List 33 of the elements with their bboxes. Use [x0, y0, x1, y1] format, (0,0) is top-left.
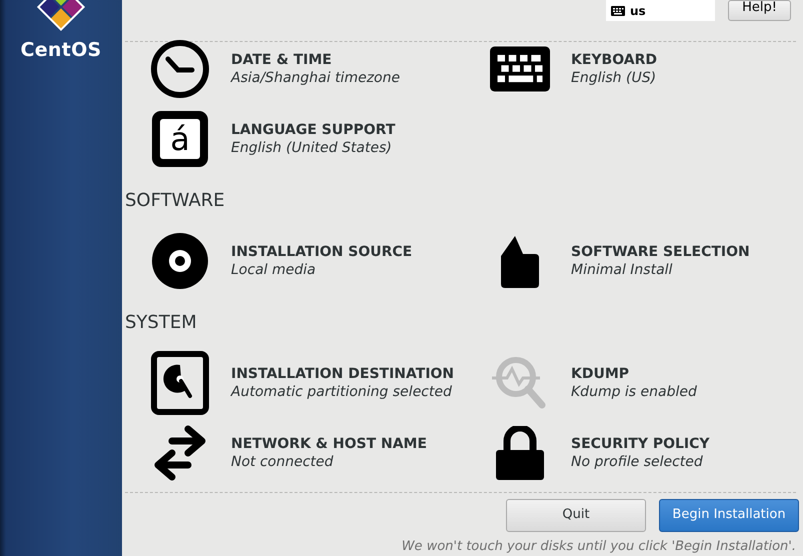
spoke-title[interactable]: INSTALLATION DESTINATION [231, 364, 454, 383]
keyboard-icon [611, 6, 625, 16]
spoke-status: English (United States) [231, 139, 393, 158]
package-icon [499, 234, 541, 288]
spoke-status: Minimal Install [571, 261, 674, 280]
keyboard-icon [490, 45, 550, 93]
help-button[interactable]: Help! [728, 0, 791, 21]
spoke-status: English (US) [571, 69, 657, 88]
clock-icon [150, 39, 210, 99]
quit-button[interactable]: Quit [506, 498, 646, 532]
spoke-status: Asia/Shanghai timezone [231, 69, 400, 88]
footer-note: We won't touch your disks until you click 'Begin Installation'. [402, 538, 796, 556]
disc-icon [151, 232, 209, 290]
keyboard-layout-field[interactable]: us [606, 0, 715, 21]
spoke-title[interactable]: KDUMP [571, 364, 697, 383]
spoke-title[interactable]: INSTALLATION SOURCE [231, 242, 412, 261]
padlock-icon [495, 426, 545, 480]
logo-text: CentOS [20, 38, 102, 63]
spoke-status: Not connected [231, 453, 334, 472]
spoke-status: Automatic partitioning selected [231, 383, 453, 402]
spoke-title[interactable]: NETWORK & HOST NAME [231, 434, 427, 453]
spoke-title[interactable]: SECURITY POLICY [571, 434, 710, 453]
spoke-title[interactable]: SOFTWARE SELECTION [571, 242, 750, 261]
spoke-title[interactable]: LANGUAGE SUPPORT [231, 120, 396, 139]
language-icon: á [152, 111, 208, 167]
begin-installation-button[interactable]: Begin Installation [659, 498, 799, 532]
spoke-title[interactable]: KEYBOARD [571, 50, 657, 69]
spoke-status: Kdump is enabled [571, 383, 697, 402]
section-heading: SYSTEM [125, 310, 198, 334]
spoke-status: Local media [231, 261, 317, 280]
section-heading: SOFTWARE [125, 188, 226, 212]
spoke-title[interactable]: DATE & TIME [231, 50, 400, 69]
spoke-status: No profile selected [571, 453, 704, 472]
